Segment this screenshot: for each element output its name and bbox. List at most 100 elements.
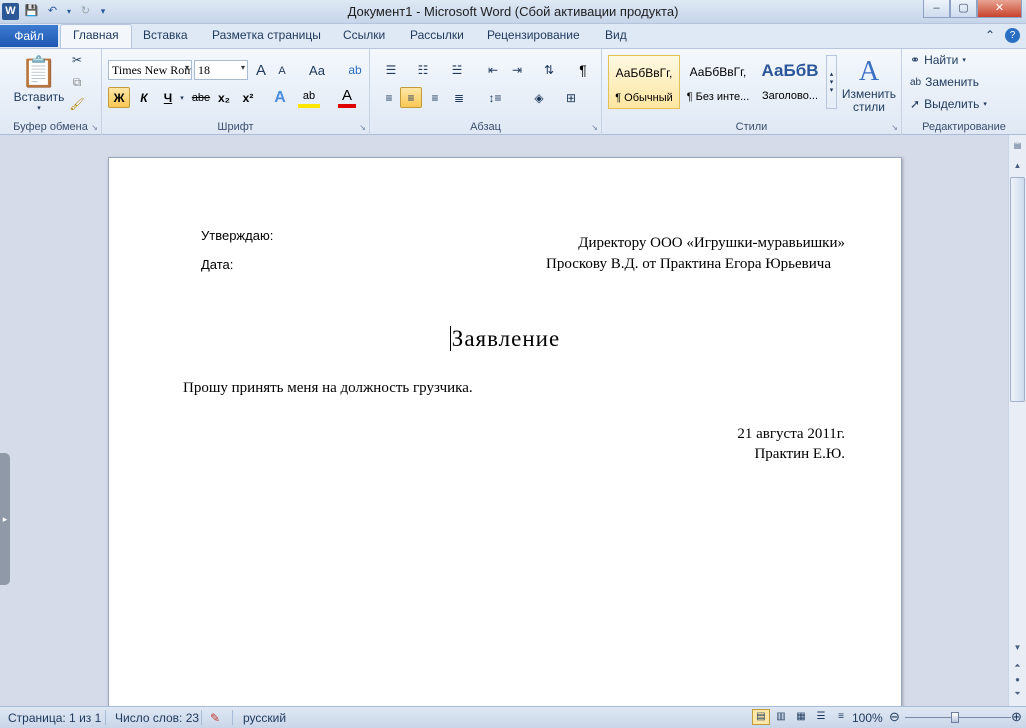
superscript-button[interactable]: x² [238, 87, 258, 108]
zoom-slider-knob[interactable] [951, 712, 959, 723]
ribbon: 📋 Вставить ▾ ✂ ⧉ 🖌 Буфер обмена ↘ Times … [0, 48, 1026, 135]
bold-button[interactable]: Ж [108, 87, 130, 108]
tab-page-layout[interactable]: Разметка страницы [212, 28, 321, 42]
ruler-toggle-icon[interactable]: ▤ [1010, 141, 1025, 155]
decrease-indent-icon[interactable]: ⇤ [484, 61, 502, 79]
document-page[interactable]: Утверждаю: Дата: Директору ООО «Игрушки-… [108, 157, 902, 706]
show-formatting-button[interactable]: ¶ [574, 61, 592, 79]
find-button[interactable]: ⚭ Найти ▾ [910, 53, 966, 67]
scroll-up-icon[interactable]: ▲ [1010, 161, 1025, 175]
document-workspace: Утверждаю: Дата: Директору ООО «Игрушки-… [0, 135, 1008, 706]
multilevel-list-icon[interactable]: ☱ [444, 61, 470, 79]
change-styles-button[interactable]: A Изменить стили [840, 53, 898, 117]
previous-page-icon[interactable]: ⏶ [1010, 661, 1025, 675]
dialog-launcher-icon[interactable]: ↘ [891, 123, 898, 132]
close-button[interactable]: ✕ [977, 0, 1022, 18]
shading-icon[interactable]: ◈ [526, 87, 552, 108]
tab-mailings[interactable]: Рассылки [410, 28, 464, 42]
italic-button[interactable]: К [134, 87, 154, 108]
format-painter-icon[interactable]: 🖌 [69, 97, 84, 111]
minimize-button[interactable]: – [923, 0, 950, 18]
next-page-icon[interactable]: ⏷ [1010, 689, 1025, 703]
chevron-down-icon[interactable]: ▾ [178, 87, 186, 108]
style-heading[interactable]: АаБбВ Заголово... [754, 55, 826, 109]
spelling-check-icon[interactable]: ✎ [210, 711, 220, 725]
page-count[interactable]: Страница: 1 из 1 [8, 711, 101, 725]
status-bar: Страница: 1 из 1 Число слов: 23 ✎ русски… [0, 706, 1026, 728]
ribbon-tabs: Файл Главная Вставка Разметка страницы С… [0, 24, 1026, 49]
zoom-level[interactable]: 100% [852, 711, 883, 725]
zoom-in-icon[interactable]: ⊕ [1011, 709, 1022, 725]
minimize-ribbon-icon[interactable]: ⌃ [985, 28, 995, 43]
zoom-out-icon[interactable]: ⊖ [889, 709, 900, 725]
find-label: Найти [924, 53, 959, 67]
vertical-scrollbar[interactable]: ▤ ▲ ▼ ⏶ ● ⏷ [1008, 135, 1026, 706]
tab-view[interactable]: Вид [605, 28, 627, 42]
paste-button[interactable]: 📋 Вставить ▾ [8, 51, 70, 115]
borders-icon[interactable]: ⊞ [558, 87, 584, 108]
clear-formatting-icon[interactable]: ab [346, 61, 364, 79]
align-right-icon[interactable]: ≡ [424, 87, 446, 108]
help-icon[interactable]: ? [1005, 28, 1020, 43]
clipboard-icon: 📋 [20, 55, 58, 89]
highlight-button[interactable]: ab [298, 87, 320, 108]
print-layout-view-icon[interactable]: ▤ [752, 709, 770, 725]
full-screen-reading-icon[interactable]: ▥ [772, 709, 790, 725]
tab-file[interactable]: Файл [0, 25, 58, 47]
tab-home[interactable]: Главная [60, 24, 132, 49]
style-no-spacing[interactable]: АаБбВвГг, ¶ Без инте... [682, 55, 754, 109]
copy-icon[interactable]: ⧉ [70, 75, 84, 89]
style-normal[interactable]: АаБбВвГг, ¶ Обычный [608, 55, 680, 109]
chevron-down-icon: ▾ [962, 57, 966, 64]
maximize-button[interactable]: ▢ [950, 0, 977, 18]
align-left-icon[interactable]: ≡ [378, 87, 400, 108]
align-center-icon[interactable]: ≡ [400, 87, 422, 108]
dialog-launcher-icon[interactable]: ↘ [91, 123, 98, 132]
bullets-icon[interactable]: ☰ [378, 61, 404, 79]
addressee-line-2: Проскову В.Д. от Практина Егора Юрьевича [546, 256, 831, 272]
paragraph-group-label: Абзац [470, 121, 501, 133]
styles-group: АаБбВвГг, ¶ Обычный АаБбВвГг, ¶ Без инте… [602, 49, 902, 135]
web-layout-icon[interactable]: ▦ [792, 709, 810, 725]
grow-font-button[interactable]: A [252, 61, 270, 79]
scroll-down-icon[interactable]: ▼ [1010, 643, 1025, 657]
tab-references[interactable]: Ссылки [343, 28, 385, 42]
style-preview: АаБбВвГг, [615, 66, 673, 80]
style-name: ¶ Обычный [615, 92, 673, 104]
justify-icon[interactable]: ≣ [448, 87, 470, 108]
line-spacing-icon[interactable]: ↕≡ [482, 87, 508, 108]
replace-button[interactable]: ab Заменить [910, 75, 979, 89]
font-size-combo[interactable]: 18 ▾ [194, 60, 248, 80]
tab-insert[interactable]: Вставка [143, 28, 188, 42]
styles-scroll[interactable]: ▴ ▾ ▾ [826, 55, 837, 109]
language-indicator[interactable]: русский [243, 711, 286, 725]
navigation-pane-toggle[interactable]: ▸ [0, 453, 10, 585]
font-group: Times New Roman ▾ 18 ▾ A A Aa ab Ж К Ч ▾… [102, 49, 370, 135]
strikethrough-button[interactable]: abe [190, 87, 212, 108]
replace-icon: ab [910, 76, 922, 88]
document-heading: Заявление [109, 326, 901, 352]
styles-group-label: Стили [735, 121, 768, 133]
text-effects-button[interactable]: A [270, 87, 290, 108]
select-button[interactable]: ➚ Выделить ▾ [910, 97, 987, 111]
subscript-button[interactable]: x₂ [214, 87, 234, 108]
font-name-combo[interactable]: Times New Roman ▾ [108, 60, 192, 80]
outline-view-icon[interactable]: ☰ [812, 709, 830, 725]
dialog-launcher-icon[interactable]: ↘ [359, 123, 366, 132]
draft-view-icon[interactable]: ≡ [832, 709, 850, 725]
style-name: ¶ Без инте... [686, 91, 750, 103]
browse-object-icon[interactable]: ● [1010, 675, 1025, 689]
change-case-button[interactable]: Aa [306, 61, 328, 79]
cut-icon[interactable]: ✂ [70, 53, 84, 67]
font-color-button[interactable]: A [338, 87, 356, 108]
shrink-font-button[interactable]: A [274, 63, 290, 79]
sort-icon[interactable]: ⇅ [540, 61, 558, 79]
numbering-icon[interactable]: ☷ [410, 61, 436, 79]
paste-label: Вставить [13, 89, 65, 104]
scroll-thumb[interactable] [1010, 177, 1025, 402]
dialog-launcher-icon[interactable]: ↘ [591, 123, 598, 132]
underline-button[interactable]: Ч [158, 87, 178, 108]
increase-indent-icon[interactable]: ⇥ [508, 61, 526, 79]
word-count[interactable]: Число слов: 23 [115, 711, 199, 725]
tab-review[interactable]: Рецензирование [487, 28, 580, 42]
